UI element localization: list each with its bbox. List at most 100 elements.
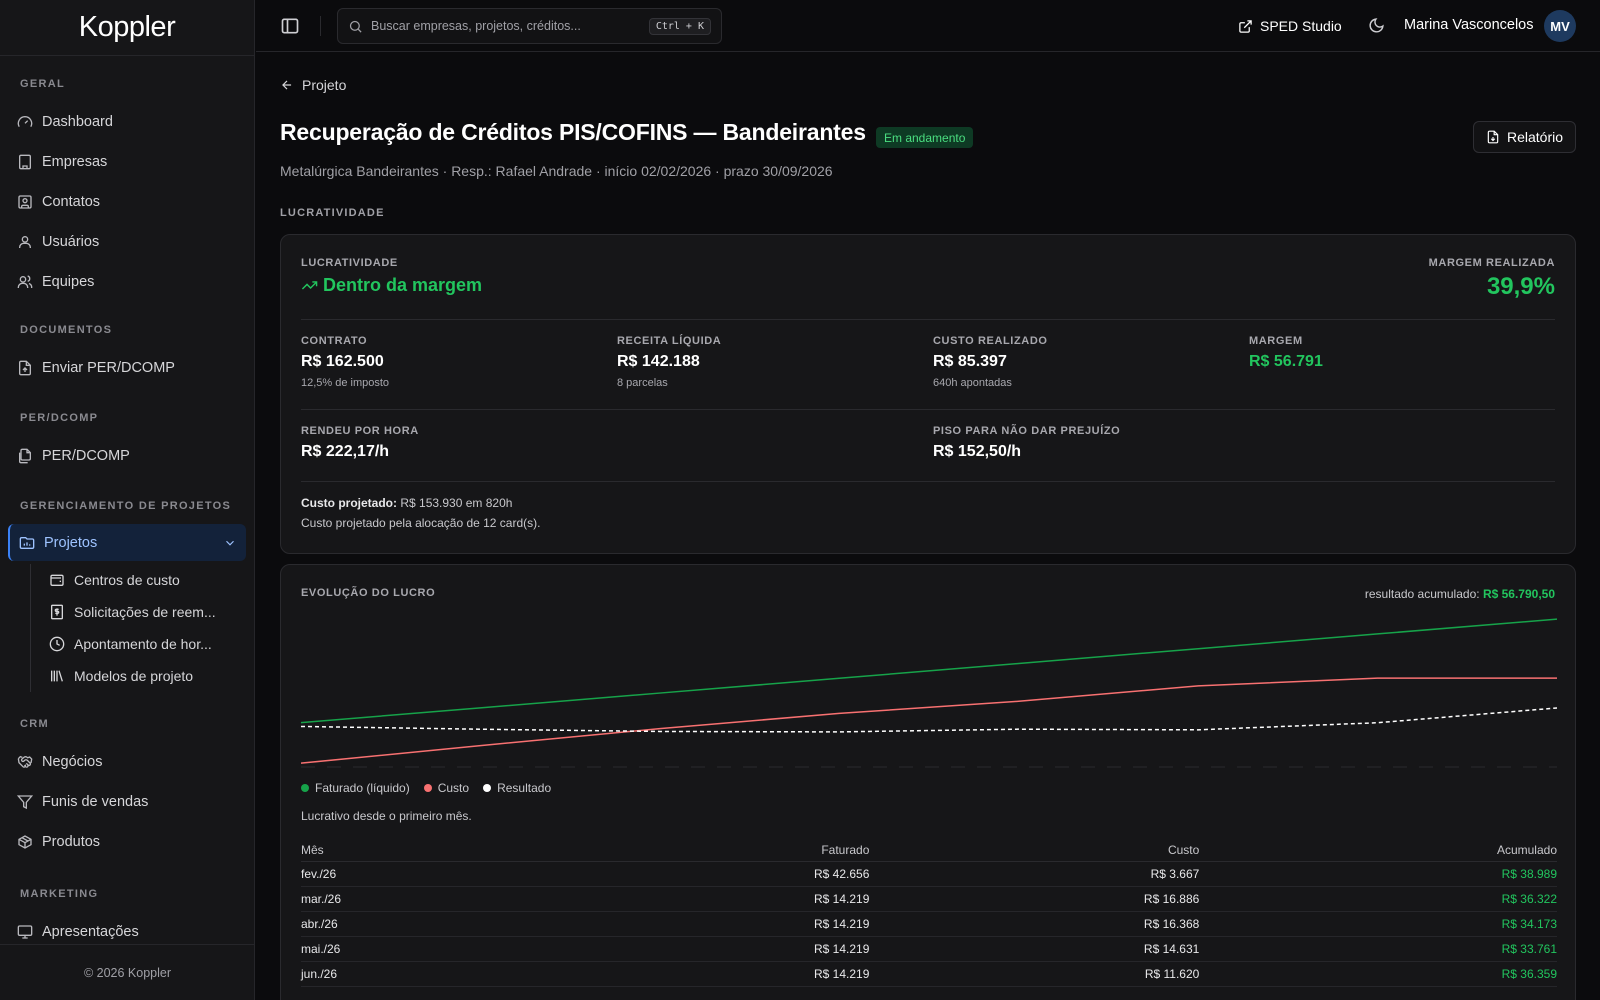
table-cell: abr./26	[301, 911, 540, 937]
page-title: Recuperação de Créditos PIS/COFINS — Ban…	[280, 119, 866, 145]
sidebar-item-label: Negócios	[42, 754, 103, 770]
nav-section-marketing: MARKETING Apresentações	[0, 882, 254, 952]
legend-item: Custo	[423, 781, 470, 795]
avatar[interactable]: MV	[1544, 10, 1576, 42]
sidebar-subitem-label: Centros de custo	[74, 572, 180, 588]
sidebar-subitem-solicitacoes[interactable]: Solicitações de reem...	[39, 596, 246, 628]
projetos-subnav: Centros de custo Solicitações de reem...…	[30, 564, 246, 692]
table-row: mar./26 R$ 14.219 R$ 16.886 R$ 36.322	[301, 886, 1557, 912]
sidebar-item-usuarios[interactable]: Usuários	[8, 222, 246, 262]
metric-label: RECEITA LÍQUIDA	[617, 335, 722, 347]
chart-legend: Faturado (líquido) Custo Resultado	[301, 781, 565, 795]
table-cell: mai./26	[301, 936, 540, 962]
nav-section-title: PER/DCOMP	[20, 412, 99, 424]
projected-cost-note: Custo projetado pela alocação de 12 card…	[301, 516, 541, 530]
report-button-label: Relatório	[1506, 129, 1563, 145]
files-icon	[17, 448, 33, 464]
metric-revenue: RECEITA LÍQUIDA R$ 142.188 8 parcelas	[617, 335, 721, 389]
back-link[interactable]: Projeto	[280, 77, 346, 93]
search-box[interactable]: Ctrl + K	[337, 8, 722, 44]
metric-label: CUSTO REALIZADO	[933, 335, 1048, 347]
series-line-2	[301, 677, 1557, 764]
sidebar-subitem-centros-de-custo[interactable]: Centros de custo	[39, 564, 246, 596]
app-logo[interactable]: Koppler	[0, 0, 254, 56]
wallet-icon	[49, 572, 65, 588]
sidebar-item-label: Funis de vendas	[42, 794, 149, 810]
legend-item: Resultado	[483, 781, 551, 795]
file-upload-icon	[17, 360, 33, 376]
profitability-card: LUCRATIVIDADE Dentro da margem MARGEM RE…	[280, 234, 1576, 554]
table-cell: R$ 14.219	[539, 886, 870, 912]
funnel-icon	[17, 794, 33, 810]
legend-label: Custo	[437, 781, 470, 795]
clock-icon	[49, 636, 65, 652]
table-cell: R$ 3.667	[869, 861, 1200, 887]
table-cell: R$ 42.656	[539, 861, 870, 887]
metric-label: PISO PARA NÃO DAR PREJUÍZO	[933, 425, 1121, 437]
metric-sub: 640h apontadas	[933, 377, 1012, 389]
nav-section-geral: GERAL Dashboard Empresas Contatos Usuári…	[0, 72, 254, 302]
projected-cost-value: R$ 153.930 em 820h	[400, 496, 513, 510]
sped-studio-link[interactable]: SPED Studio	[1238, 14, 1342, 38]
user-name[interactable]: Marina Vasconcelos	[1404, 17, 1534, 33]
sidebar-subitem-apontamento[interactable]: Apontamento de hor...	[39, 628, 246, 660]
building-icon	[17, 154, 33, 170]
back-link-label: Projeto	[302, 77, 347, 93]
realized-margin-label: MARGEM REALIZADA	[1428, 257, 1555, 269]
divider	[301, 319, 1555, 320]
sidebar-subitem-label: Solicitações de reem...	[74, 604, 216, 620]
sidebar-item-empresas[interactable]: Empresas	[8, 142, 246, 182]
sidebar-toggle-icon[interactable]	[280, 16, 300, 36]
sidebar-item-produtos[interactable]: Produtos	[8, 822, 246, 862]
metric-value: R$ 222,17/h	[301, 443, 390, 460]
moon-icon[interactable]	[1368, 17, 1385, 34]
file-download-icon	[1486, 130, 1500, 144]
legend-label: Faturado (líquido)	[315, 781, 410, 795]
user-icon	[17, 234, 33, 250]
sidebar-item-label: Empresas	[42, 154, 108, 170]
sidebar-item-label: PER/DCOMP	[42, 448, 130, 464]
search-input[interactable]	[371, 19, 649, 33]
table-cell: R$ 16.886	[869, 886, 1200, 912]
metric-floor: PISO PARA NÃO DAR PREJUÍZO R$ 152,50/h	[933, 425, 1120, 461]
nav-section-title: MARKETING	[20, 888, 99, 900]
divider	[301, 481, 1555, 482]
table-cell: mar./26	[301, 886, 540, 912]
sidebar-item-dashboard[interactable]: Dashboard	[8, 102, 246, 142]
projected-cost-label: Custo projetado:	[301, 496, 397, 510]
nav-section-title: GERENCIAMENTO DE PROJETOS	[20, 500, 232, 512]
sidebar-item-perdcomp[interactable]: PER/DCOMP	[8, 436, 246, 476]
header-divider	[320, 16, 321, 36]
sidebar-item-funis[interactable]: Funis de vendas	[8, 782, 246, 822]
profitability-status: Dentro da margem	[301, 275, 482, 296]
folder-chart-icon	[19, 535, 35, 551]
column-header: Acumulado	[1199, 839, 1557, 862]
sidebar-item-contatos[interactable]: Contatos	[8, 182, 246, 222]
metric-margin: MARGEM R$ 56.791	[1249, 335, 1323, 371]
nav-section-title: GERAL	[20, 78, 65, 90]
chevron-down-icon[interactable]	[223, 536, 237, 550]
metric-value: R$ 152,50/h	[933, 443, 1022, 460]
table-cell: jun./26	[301, 961, 540, 987]
series-line-3	[301, 707, 1557, 733]
search-icon	[348, 19, 363, 34]
legend-label: Resultado	[497, 781, 552, 795]
sidebar-subitem-modelos[interactable]: Modelos de projeto	[39, 660, 246, 692]
projected-cost: Custo projetado: R$ 153.930 em 820h Cust…	[301, 493, 540, 533]
sidebar-item-equipes[interactable]: Equipes	[8, 262, 246, 302]
handshake-icon	[17, 754, 33, 770]
section-label: LUCRATIVIDADE	[280, 207, 385, 219]
sidebar-item-negocios[interactable]: Negócios	[8, 742, 246, 782]
sidebar-item-enviar-perdcomp[interactable]: Enviar PER/DCOMP	[8, 348, 246, 388]
report-button[interactable]: Relatório	[1472, 121, 1576, 153]
presentation-icon	[17, 924, 33, 940]
table-cell: R$ 11.620	[869, 961, 1200, 987]
table-cell: R$ 14.219	[539, 961, 870, 987]
profit-evolution-card: EVOLUÇÃO DO LUCRO resultado acumulado: R…	[280, 564, 1576, 1000]
table-cell: R$ 36.322	[1199, 886, 1557, 912]
metric-per-hour: RENDEU POR HORA R$ 222,17/h	[301, 425, 419, 461]
table-cell: R$ 16.368	[869, 911, 1200, 937]
sidebar-item-projetos[interactable]: Projetos	[8, 524, 246, 561]
metric-label: CONTRATO	[301, 335, 368, 347]
receipt-dollar-icon	[49, 604, 65, 620]
